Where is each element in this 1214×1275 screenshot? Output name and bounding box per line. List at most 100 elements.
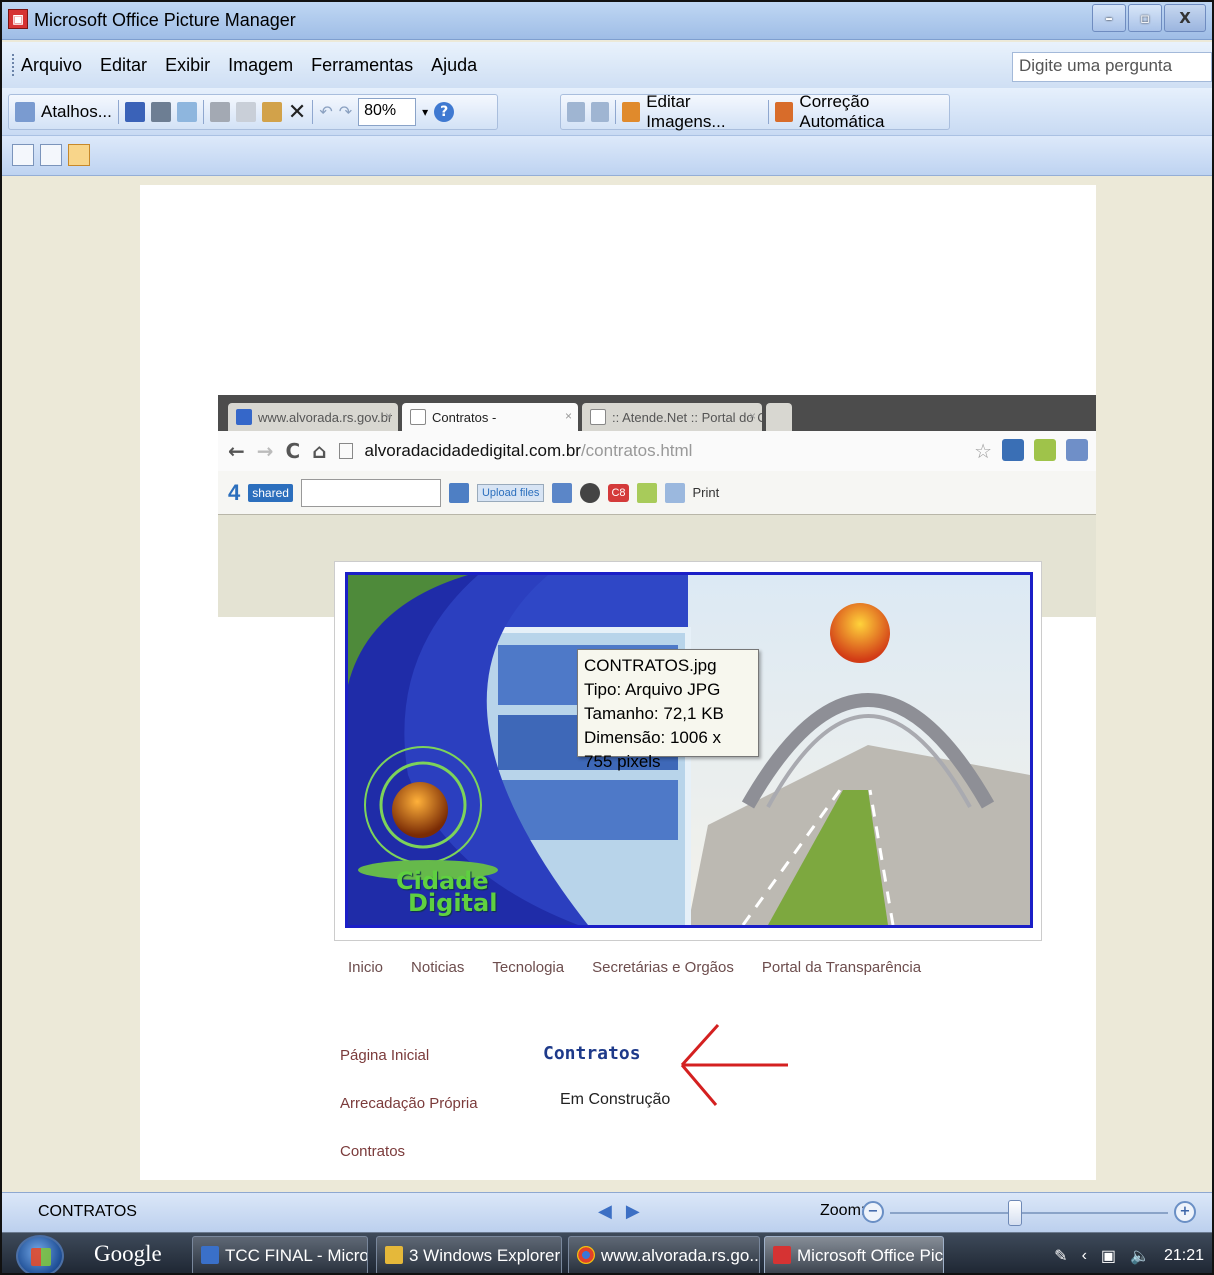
file-info-tooltip: CONTRATOS.jpg Tipo: Arquivo JPG Tamanho:… [577,649,759,771]
windows-taskbar: Google TCC FINAL - Micros... 3 Windows E… [2,1232,1212,1273]
tab-close-icon: × [564,409,572,423]
menu-ferramentas[interactable]: Ferramentas [311,55,413,76]
zoom-in-icon[interactable]: + [1174,1201,1196,1223]
edit-pictures-icon [622,102,641,122]
help-question-input[interactable]: Digite uma pergunta [1012,52,1212,82]
tab-page-icon [410,409,426,425]
toolbar-separator [312,100,314,124]
system-tray: ✎ ‹ ▣ 🔈 21:21 [1054,1246,1204,1266]
shortcuts-icon [15,102,35,122]
site-nav-noticias: Noticias [411,959,465,976]
zoom-out-icon[interactable]: − [862,1201,884,1223]
media-icon [552,482,573,503]
picture-toolbar-group: Editar Imagens... Correção Automática [560,92,950,132]
title-bar[interactable]: ▣ Microsoft Office Picture Manager – ▫ X [2,2,1212,40]
shortcuts-button[interactable]: Atalhos... [41,102,112,122]
view-bar [2,136,1212,176]
window-title: Microsoft Office Picture Manager [34,10,296,30]
picture-manager-app-icon: ▣ [8,9,28,29]
single-picture-view-icon[interactable] [68,144,90,166]
rotate-left-icon[interactable] [567,102,586,122]
content-title: Contratos [543,1043,641,1064]
menu-imagem[interactable]: Imagem [228,55,293,76]
next-picture-icon[interactable]: ▶ [626,1201,654,1221]
extension-four-icon [1066,439,1088,461]
taskbar-word[interactable]: TCC FINAL - Micros... [192,1236,368,1273]
menu-editar[interactable]: Editar [100,55,147,76]
picture-manager-icon [773,1246,791,1264]
4shared-toolbar: 4 shared Upload files C8 Print [218,471,1096,515]
taskbar-picture-manager[interactable]: Microsoft Office Pic... [764,1236,944,1273]
previous-picture-icon[interactable]: ◀ [598,1201,626,1221]
undo-icon[interactable]: ↶ [319,102,332,122]
menu-bar: Arquivo Editar Exibir Imagem Ferramentas… [2,42,1212,88]
volume-icon[interactable]: 🔈 [1130,1246,1150,1266]
c8-badge-icon: C8 [608,483,629,502]
menu-ajuda[interactable]: Ajuda [431,55,477,76]
home-icon: ⌂ [312,439,327,463]
side-link-pagina-inicial: Página Inicial [340,1047,430,1064]
google-toolbar[interactable]: Google [94,1241,162,1267]
tray-expand-icon[interactable]: ‹ [1082,1247,1087,1265]
tab-close-icon: × [748,409,756,423]
zoom-select[interactable]: 80% [358,98,417,126]
taskbar-label: www.alvorada.rs.go... [601,1246,760,1265]
reload-icon: C [285,439,301,463]
paste-icon[interactable] [261,102,282,122]
print-button: Print [692,485,720,500]
picture-manager-window: ▣ Microsoft Office Picture Manager – ▫ X… [0,0,1214,1275]
taskbar-chrome[interactable]: www.alvorada.rs.go... [568,1236,760,1273]
cidade-digital-logo: Cidade Digital [396,869,498,917]
folder-icon [385,1246,403,1264]
copy-icon[interactable] [235,102,256,122]
taskbar-label: Microsoft Office Pic... [797,1246,944,1265]
word-icon [201,1246,219,1264]
send-mail-icon[interactable] [176,102,197,122]
status-filename: CONTRATOS [38,1203,137,1220]
start-button-icon[interactable] [16,1235,64,1273]
minimize-button[interactable]: – [1092,4,1126,32]
restore-button[interactable]: ▫ [1128,4,1162,32]
browser-tab-atende: :: Atende.Net :: Portal do C × [582,403,762,431]
browser-tab-alvorada: www.alvorada.rs.gov.br × [228,403,398,431]
zoom-slider-thumb[interactable] [1008,1200,1023,1226]
share-dropdown-icon [448,482,469,503]
toolbar-separator [768,100,770,124]
taskbar-label: TCC FINAL - Micros... [225,1246,368,1265]
tab-close-icon: × [384,409,392,423]
cut-icon[interactable] [209,102,230,122]
menu-grip-handle[interactable] [12,54,15,76]
menu-arquivo[interactable]: Arquivo [21,55,82,76]
site-nav-secretarias: Secretárias e Orgãos [592,959,734,976]
help-icon[interactable]: ? [434,102,455,122]
save-icon[interactable] [124,102,145,122]
bookmark-star-icon: ☆ [974,441,992,463]
tooltip-filename: CONTRATOS.jpg [584,656,717,675]
logo-line-2: Digital [408,889,498,917]
auto-correct-button[interactable]: Correção Automática [799,92,943,132]
network-icon[interactable]: ▣ [1101,1246,1116,1266]
clock[interactable]: 21:21 [1164,1247,1204,1265]
standard-toolbar: Atalhos... ✕ ↶ ↷ 80% ▾ ? Editar Imagens.… [2,88,1212,136]
close-button[interactable]: X [1164,4,1206,32]
leaf-tool-icon [636,482,657,503]
tooltip-dimension: Dimensão: 1006 x 755 pixels [584,728,722,771]
delete-icon[interactable]: ✕ [288,100,306,125]
menu-exibir[interactable]: Exibir [165,55,210,76]
rotate-right-icon[interactable] [591,102,610,122]
redo-icon[interactable]: ↷ [339,102,352,122]
status-bar: CONTRATOS ◀▶ Zoom: − + [2,1192,1212,1232]
zoom-label: Zoom: [820,1202,866,1219]
taskbar-explorer[interactable]: 3 Windows Explorer [376,1236,562,1273]
filmstrip-view-icon[interactable] [40,144,62,166]
zoom-dropdown-icon[interactable]: ▾ [422,105,428,119]
browser-address-bar: ← → C ⌂ alvoradacidadedigital.com.br/con… [218,431,1096,471]
edit-pictures-button[interactable]: Editar Imagens... [646,92,762,132]
print-icon[interactable] [150,102,171,122]
toolbar-separator [615,100,617,124]
pen-icon[interactable]: ✎ [1054,1246,1067,1266]
tooltip-type: Tipo: Arquivo JPG [584,680,721,699]
thumbnail-view-icon[interactable] [12,144,34,166]
side-link-arrecadacao: Arrecadação Própria [340,1095,478,1112]
zoom-slider[interactable] [890,1212,1168,1214]
